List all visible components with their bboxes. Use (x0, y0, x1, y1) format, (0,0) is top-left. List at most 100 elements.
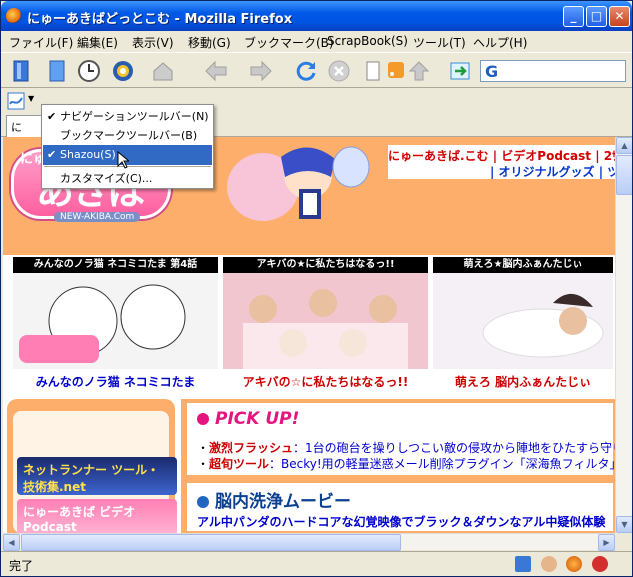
scroll-thumb[interactable] (616, 155, 632, 195)
news-key: 超旬ツール (209, 457, 270, 471)
sidebar-panel: ネットランナー ツール・技術集.net にゅーあきば ビデオPodcast (13, 411, 177, 533)
menu-item-label: ブックマークツールバー(B) (60, 129, 198, 142)
scroll-left-button[interactable]: ◀ (3, 534, 20, 551)
stop-icon[interactable] (327, 59, 351, 83)
banner-label: ネットランナー ツール・技術集.net (23, 463, 160, 494)
shazou-status-icon[interactable] (515, 556, 531, 572)
horizontal-scrollbar[interactable]: ◀ ▶ (3, 533, 615, 551)
menu-scrapbook[interactable]: ScrapBook(S) (327, 34, 408, 48)
firefox-icon (6, 8, 22, 24)
news-item[interactable]: ・激烈フラッシュ：1台の砲台を操りしつこい敵の侵攻から陣地をひたすら守り (197, 439, 615, 456)
chevron-down-icon[interactable]: ▼ (28, 94, 34, 103)
menu-file[interactable]: ファイル(F) (9, 34, 73, 51)
cursor-icon (117, 151, 129, 169)
bookmark-icon[interactable] (9, 59, 33, 83)
gallery-link[interactable]: みんなのノラ猫 ネコミコたま (13, 373, 218, 390)
navigation-toolbar: G (1, 52, 632, 88)
menu-tools[interactable]: ツール(T) (413, 34, 466, 51)
monkey-icon[interactable] (541, 556, 557, 572)
gallery-link[interactable]: アキバの☆に私たちはなるっ!! (223, 373, 428, 390)
menu-item-label: Shazou(S) (60, 148, 116, 161)
firefox-status-icon[interactable] (566, 556, 582, 572)
site-nav: にゅーあきば.こむ | ビデオPodcast | 2ｻ | オリジナルグッズ |… (388, 145, 615, 179)
gallery-caption: アキバの★に私たちはなるっ!! (223, 257, 428, 273)
maximize-button[interactable]: □ (586, 6, 607, 27)
new-page-icon[interactable] (361, 59, 385, 83)
shazou-icon[interactable] (7, 92, 25, 110)
back-arrow-icon[interactable] (204, 59, 228, 83)
main-column: PICK UP! ・激烈フラッシュ：1台の砲台を操りしつこい敵の侵攻から陣地をひ… (181, 399, 615, 533)
pickup-heading: PICK UP! (197, 409, 299, 429)
gallery-link[interactable]: 萌えろ 脳内ふぁんたじぃ (433, 373, 613, 390)
check-icon: ✔ (47, 110, 57, 123)
banner-label: にゅーあきば ビデオPodcast (23, 505, 136, 533)
check-icon: ✔ (47, 148, 57, 161)
pickup-box: PICK UP! ・激烈フラッシュ：1台の砲台を操りしつこい敵の侵攻から陣地をひ… (185, 401, 615, 477)
mascot-illustration (227, 146, 370, 221)
toolbar-context-menu: ✔ ナビゲーションツールバー(N) ブックマークツールバー(B) ✔ Shazou(… (41, 104, 214, 189)
rss-icon[interactable] (385, 59, 409, 83)
logo-subtitle: NEW-AKIBA.Com (54, 212, 141, 222)
go-icon[interactable] (448, 59, 472, 83)
block-icon[interactable] (592, 556, 608, 572)
menu-help[interactable]: ヘルプ(H) (473, 34, 527, 51)
news-item[interactable]: ・超旬ツール：Becky!用の軽量迷惑メール削除プラグイン「深海魚フィルタ」 (197, 455, 615, 472)
menu-item-bookmark-toolbar[interactable]: ブックマークツールバー(B) (43, 126, 212, 146)
nav-line-1[interactable]: にゅーあきば.こむ | ビデオPodcast | 2ｻ (388, 147, 615, 164)
menu-item-label: ナビゲーションツールバー(N) (60, 110, 209, 123)
menu-view[interactable]: 表示(V) (132, 34, 174, 51)
menu-item-navigation-toolbar[interactable]: ✔ ナビゲーションツールバー(N) (43, 107, 212, 127)
forward-arrow-icon[interactable] (249, 59, 273, 83)
close-button[interactable]: ✕ (609, 6, 630, 27)
gear-icon[interactable] (111, 59, 135, 83)
scroll-down-button[interactable]: ▼ (616, 516, 632, 533)
banner-netrunner[interactable]: ネットランナー ツール・技術集.net (17, 457, 177, 495)
pickup-title: PICK UP! (215, 409, 300, 429)
search-input[interactable]: G (480, 60, 626, 82)
bullet-icon (197, 496, 209, 508)
news-key: 激烈フラッシュ (209, 441, 294, 455)
menu-bookmarks[interactable]: ブックマーク(B) (244, 34, 334, 51)
left-sidebar: ネットランナー ツール・技術集.net にゅーあきば ビデオPodcast (7, 399, 177, 533)
home-icon[interactable] (151, 59, 175, 83)
minimize-button[interactable]: _ (563, 6, 584, 27)
news-text: ：1台の砲台を操りしつこい敵の侵攻から陣地をひたすら守り (293, 441, 615, 455)
gallery-item[interactable]: アキバの★に私たちはなるっ!! アキバの☆に私たちはなるっ!! (223, 257, 428, 391)
vertical-scrollbar[interactable]: ▲ ▼ (615, 137, 632, 533)
page-icon[interactable] (45, 59, 69, 83)
gallery-item[interactable]: みんなのノラ猫 ネコミコたま 第4話 みんなのノラ猫 ネコミコたま (13, 257, 218, 391)
menu-go[interactable]: 移動(G) (188, 34, 231, 51)
title-bar: にゅーあきばどっとこむ - Mozilla Firefox _ □ ✕ (1, 1, 632, 31)
gallery-caption: 萌えろ★脳内ふぁんたじぃ (433, 257, 613, 273)
menu-item-customize[interactable]: カスタマイズ(C)... (43, 169, 212, 189)
status-text: 完了 (9, 559, 34, 573)
scroll-up-button[interactable]: ▲ (616, 137, 632, 154)
status-bar: 完了 (1, 551, 632, 576)
movie-description[interactable]: アル中パンダのハードコアな幻覚映像でブラック＆ダウンなアル中疑似体験 (197, 513, 605, 530)
menu-bar: ファイル(F) 編集(E) 表示(V) 移動(G) ブックマーク(B) Scra… (1, 31, 632, 51)
bullet-icon (197, 413, 209, 425)
gallery-caption: みんなのノラ猫 ネコミコたま 第4話 (13, 257, 218, 273)
scroll-thumb-horizontal[interactable] (21, 534, 401, 551)
banner-podcast[interactable]: にゅーあきば ビデオPodcast (17, 499, 177, 533)
scroll-right-button[interactable]: ▶ (598, 534, 615, 551)
news-text: ：Becky!用の軽量迷惑メール削除プラグイン「深海魚フィルタ」 (269, 457, 615, 471)
page-content: にゅ あきば NEW-AKIBA.Com にゅーあきば.こむ | ビデオPodc… (3, 137, 615, 533)
nav-line-2[interactable]: | オリジナルグッズ | ツ (490, 163, 615, 180)
gallery-image (223, 273, 428, 369)
menu-item-label: カスタマイズ(C)... (60, 172, 153, 185)
menu-edit[interactable]: 編集(E) (77, 34, 118, 51)
gallery-image (13, 273, 218, 369)
movie-heading: 脳内洗浄ムービー (197, 487, 351, 512)
feature-gallery: みんなのノラ猫 ネコミコたま 第4話 みんなのノラ猫 ネコミコたま アキバの★に… (13, 257, 613, 391)
gallery-image (433, 273, 613, 369)
tab-label: に (11, 121, 22, 134)
clock-icon[interactable] (77, 59, 101, 83)
up-arrow-icon[interactable] (407, 59, 431, 83)
reload-icon[interactable] (294, 59, 318, 83)
gallery-item[interactable]: 萌えろ★脳内ふぁんたじぃ 萌えろ 脳内ふぁんたじぃ (433, 257, 613, 391)
browser-window: にゅーあきばどっとこむ - Mozilla Firefox _ □ ✕ ファイル… (0, 0, 633, 577)
movie-box: 脳内洗浄ムービー アル中パンダのハードコアな幻覚映像でブラック＆ダウンなアル中疑… (185, 481, 615, 533)
movie-title: 脳内洗浄ムービー (215, 492, 351, 512)
google-icon: G (485, 62, 499, 81)
